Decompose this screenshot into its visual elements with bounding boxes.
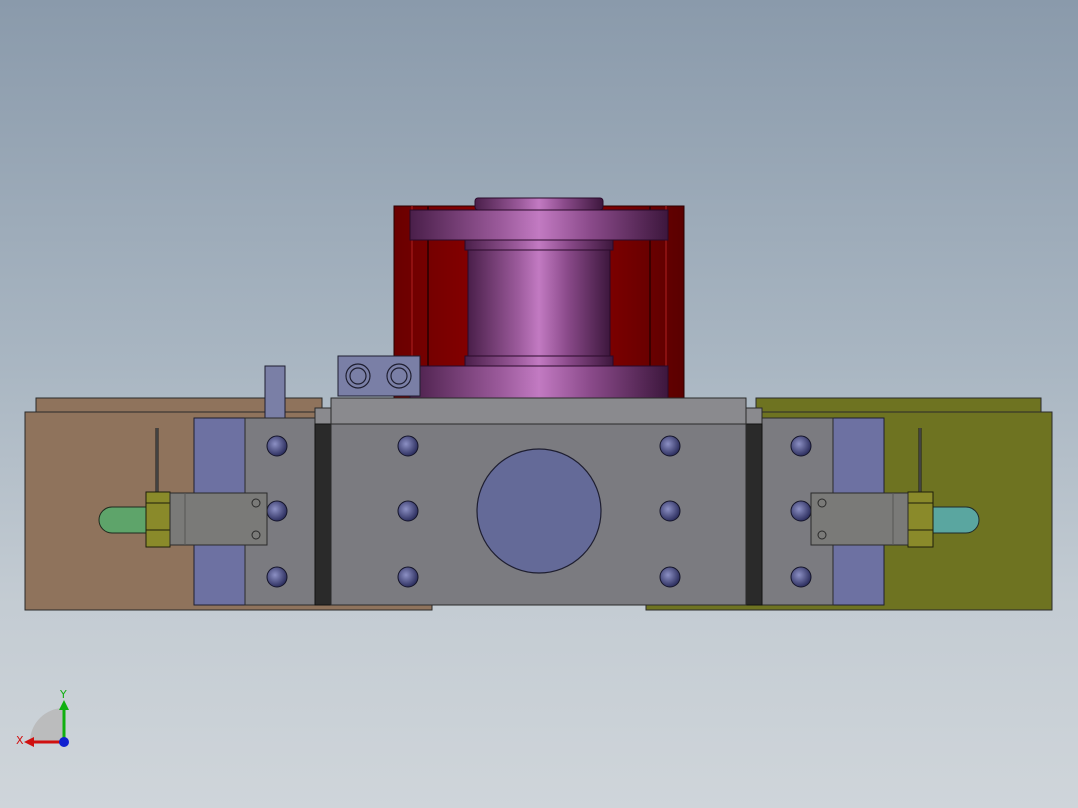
orientation-triad[interactable]: X Y bbox=[10, 686, 80, 756]
bolt-hole bbox=[266, 435, 288, 457]
cad-viewport[interactable]: X Y bbox=[0, 0, 1078, 808]
bolt-hole bbox=[790, 500, 812, 522]
left-separator-bar bbox=[314, 423, 332, 606]
port-fitting-block[interactable] bbox=[337, 355, 421, 397]
bolt-hole bbox=[266, 566, 288, 588]
bolt-hole bbox=[266, 500, 288, 522]
bolt-hole bbox=[659, 500, 681, 522]
right-separator-bar bbox=[745, 423, 763, 606]
z-axis-dot bbox=[59, 737, 69, 747]
center-bore[interactable] bbox=[476, 448, 602, 574]
x-axis-arrowhead bbox=[24, 737, 34, 747]
x-axis-label: X bbox=[16, 734, 24, 747]
bolt-hole bbox=[790, 435, 812, 457]
y-axis-label: Y bbox=[59, 688, 67, 701]
y-axis-arrowhead bbox=[59, 700, 69, 710]
bolt-hole bbox=[397, 566, 419, 588]
bolt-hole bbox=[659, 435, 681, 457]
cad-model-front-view[interactable] bbox=[0, 0, 1078, 808]
triad-plane-shading bbox=[30, 708, 64, 742]
bolt-hole bbox=[659, 566, 681, 588]
bolt-hole bbox=[790, 566, 812, 588]
locating-post[interactable] bbox=[264, 365, 286, 419]
bolt-hole bbox=[397, 500, 419, 522]
bolt-hole bbox=[397, 435, 419, 457]
block-top-cap[interactable] bbox=[314, 397, 763, 425]
